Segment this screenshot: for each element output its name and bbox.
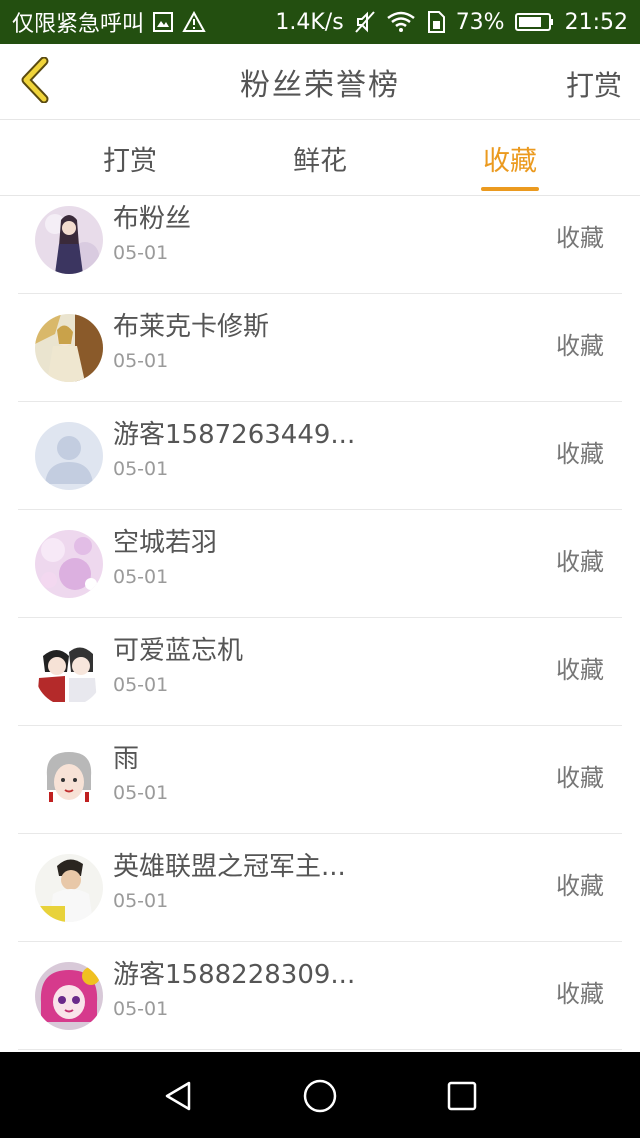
clock: 21:52 xyxy=(564,9,628,35)
back-button[interactable] xyxy=(14,56,54,107)
avatar xyxy=(35,854,103,922)
list-item[interactable]: 布莱克卡修斯 05-01 收藏 xyxy=(18,294,622,402)
system-nav-bar xyxy=(0,1052,640,1138)
tab-reward[interactable]: 打赏 xyxy=(50,120,210,196)
list-item[interactable]: 游客1587263449... 05-01 收藏 xyxy=(18,402,622,510)
home-circle-icon[interactable] xyxy=(300,1076,340,1116)
fan-action: 收藏 xyxy=(556,332,604,360)
sim-icon xyxy=(426,10,446,34)
fan-action: 收藏 xyxy=(556,656,604,684)
fan-action: 收藏 xyxy=(556,872,604,900)
back-triangle-icon[interactable] xyxy=(158,1076,198,1116)
avatar xyxy=(35,314,103,382)
page-title: 粉丝荣誉榜 xyxy=(240,67,400,103)
avatar xyxy=(35,422,103,490)
tab-bar: 打赏 鲜花 收藏 xyxy=(0,120,640,196)
fan-action: 收藏 xyxy=(556,224,604,252)
reward-button[interactable]: 打赏 xyxy=(566,64,622,104)
list-item[interactable]: 空城若羽 05-01 收藏 xyxy=(18,510,622,618)
fan-list: 布粉丝 05-01 收藏 布莱克卡修斯 05-01 收藏 游客158726344… xyxy=(0,196,640,1052)
header-bar: 粉丝荣誉榜 打赏 xyxy=(0,44,640,120)
fan-name: 游客1588228309... xyxy=(113,960,356,990)
tab-collect[interactable]: 收藏 xyxy=(430,120,590,196)
carrier-text: 仅限紧急呼叫 xyxy=(12,12,145,37)
fan-action: 收藏 xyxy=(556,764,604,792)
network-speed: 1.4K/s xyxy=(275,9,344,35)
chevron-left-icon xyxy=(18,56,50,107)
fan-date: 05-01 xyxy=(113,782,169,804)
avatar xyxy=(35,530,103,598)
fan-date: 05-01 xyxy=(113,350,169,372)
mute-icon xyxy=(354,10,376,34)
fan-name: 雨 xyxy=(113,744,140,774)
warning-icon xyxy=(182,11,206,33)
fan-name: 英雄联盟之冠军主... xyxy=(113,852,346,882)
fan-action: 收藏 xyxy=(556,548,604,576)
fan-name: 游客1587263449... xyxy=(113,420,356,450)
avatar xyxy=(35,206,103,274)
fan-date: 05-01 xyxy=(113,566,169,588)
avatar xyxy=(35,962,103,1030)
fan-action: 收藏 xyxy=(556,440,604,468)
battery-icon xyxy=(514,11,555,33)
tab-flowers[interactable]: 鲜花 xyxy=(240,120,400,196)
fan-date: 05-01 xyxy=(113,242,169,264)
recents-square-icon[interactable] xyxy=(442,1076,482,1116)
fan-action: 收藏 xyxy=(556,980,604,1008)
battery-percent: 73% xyxy=(455,9,505,35)
avatar xyxy=(35,746,103,814)
fan-date: 05-01 xyxy=(113,890,169,912)
fan-name: 空城若羽 xyxy=(113,528,218,558)
fan-date: 05-01 xyxy=(113,458,169,480)
fan-date: 05-01 xyxy=(113,998,169,1020)
fan-name: 布莱克卡修斯 xyxy=(113,312,270,342)
status-bar: 仅限紧急呼叫 1.4K/s 73% 21:52 xyxy=(0,0,640,44)
fan-name: 可爱蓝忘机 xyxy=(113,636,244,666)
fan-name: 布粉丝 xyxy=(113,204,192,234)
fan-date: 05-01 xyxy=(113,674,169,696)
list-item[interactable]: 英雄联盟之冠军主... 05-01 收藏 xyxy=(18,834,622,942)
list-item[interactable]: 雨 05-01 收藏 xyxy=(18,726,622,834)
list-item[interactable]: 游客1588228309... 05-01 收藏 xyxy=(18,942,622,1050)
wifi-icon xyxy=(386,11,416,33)
list-item[interactable]: 布粉丝 05-01 收藏 xyxy=(18,196,622,294)
avatar xyxy=(35,638,103,706)
image-icon xyxy=(152,11,174,33)
list-item[interactable]: 可爱蓝忘机 05-01 收藏 xyxy=(18,618,622,726)
